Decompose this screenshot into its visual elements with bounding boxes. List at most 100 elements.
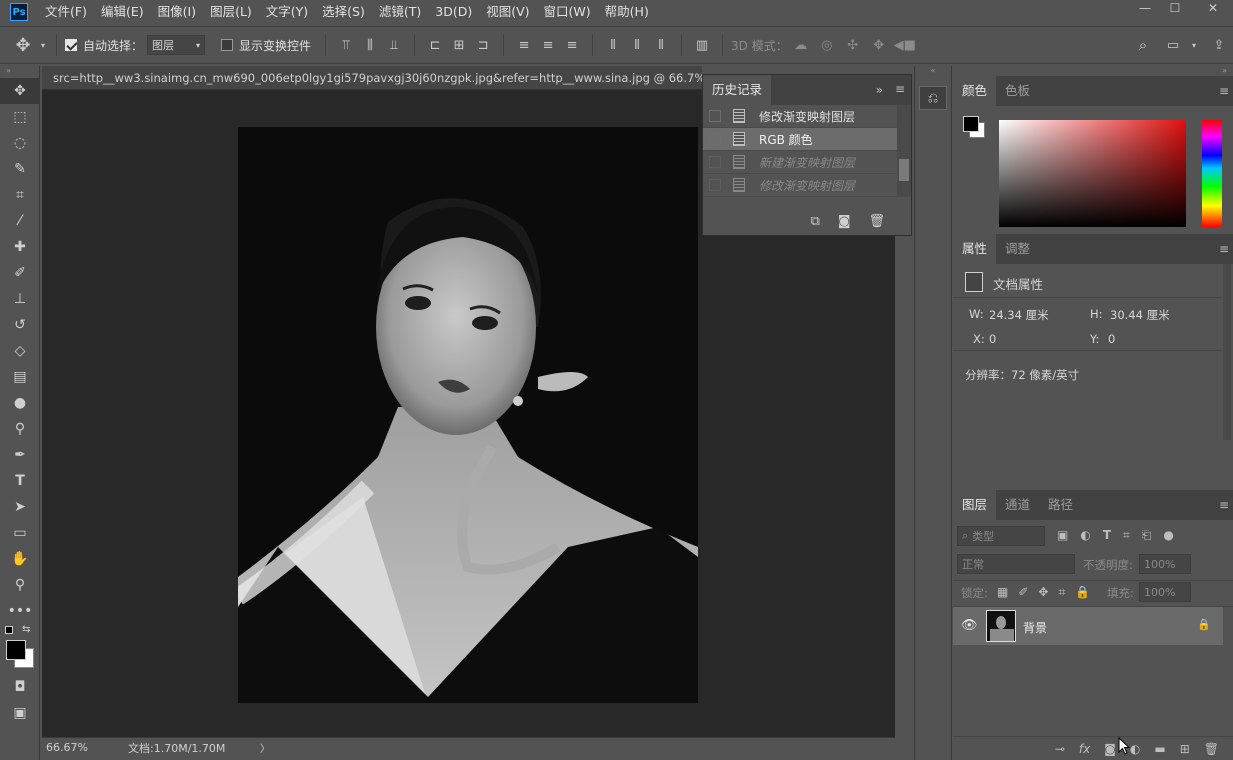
align-right-icon[interactable]: ⊐ [471, 38, 495, 53]
pixel-layer-filter-icon[interactable]: ▣ [1057, 528, 1068, 543]
x-value[interactable]: 0 [989, 332, 996, 346]
history-snapshot-checkbox[interactable] [709, 179, 721, 191]
menu-layer[interactable]: 图层(L) [203, 0, 259, 24]
opacity-field[interactable]: 100% [1139, 554, 1191, 574]
distribute-right-icon[interactable]: ⦀ [649, 38, 673, 53]
tab-swatches[interactable]: 色板 [996, 76, 1039, 106]
history-brush-tool-icon[interactable]: ↺ [0, 312, 40, 338]
marquee-tool-icon[interactable]: ⬚ [0, 104, 40, 130]
distribute-hcenter-icon[interactable]: ⦀ [625, 38, 649, 53]
new-layer-icon[interactable]: ⊞ [1180, 742, 1190, 756]
collapse-icon[interactable]: « [915, 66, 951, 76]
workspace-icon[interactable]: ▭ [1164, 36, 1182, 54]
close-icon[interactable]: ✕ [1198, 0, 1228, 16]
menu-type[interactable]: 文字(Y) [259, 0, 315, 24]
healing-brush-tool-icon[interactable]: ✚ [0, 234, 40, 260]
align-left-icon[interactable]: ⊏ [423, 38, 447, 53]
auto-select-dropdown[interactable]: 图层 ▾ [147, 35, 206, 55]
history-snapshot-checkbox[interactable] [709, 133, 721, 145]
hue-slider[interactable] [1202, 120, 1222, 227]
history-tab[interactable]: 历史记录 [703, 75, 772, 105]
scrollbar-thumb[interactable] [899, 159, 909, 181]
dodge-tool-icon[interactable]: ⚲ [0, 416, 40, 442]
swap-colors-icon[interactable]: ⇆ [22, 624, 30, 635]
panel-menu-icon[interactable]: ≡ [1219, 84, 1229, 98]
crop-tool-icon[interactable]: ⌗ [0, 182, 40, 208]
tab-adjustments[interactable]: 调整 [996, 234, 1039, 264]
menu-filter[interactable]: 滤镜(T) [372, 0, 428, 24]
history-snapshot-checkbox[interactable] [709, 110, 721, 122]
panel-menu-icon[interactable]: ≡ [895, 82, 905, 96]
show-transform-checkbox[interactable] [221, 39, 234, 51]
type-tool-icon[interactable]: T [0, 468, 40, 494]
collapse-icon[interactable]: » [953, 66, 1233, 76]
new-group-icon[interactable]: ▬ [1154, 742, 1165, 756]
lock-transparent-icon[interactable]: ▦ [997, 585, 1008, 600]
lock-position-icon[interactable]: ✥ [1038, 585, 1048, 600]
panel-menu-icon[interactable]: ≡ [1219, 498, 1229, 512]
chevron-down-icon[interactable]: ▾ [38, 41, 48, 50]
lasso-tool-icon[interactable]: ◌ [0, 130, 40, 156]
eyedropper-tool-icon[interactable]: ⁄ [0, 208, 40, 234]
scrollbar[interactable] [1223, 264, 1231, 440]
layer-filter-dropdown[interactable]: ⌕ 类型 [957, 526, 1045, 546]
panel-menu-icon[interactable]: ≡ [1219, 242, 1229, 256]
distribute-left-icon[interactable]: ⦀ [601, 38, 625, 53]
scrollbar[interactable] [897, 105, 911, 197]
auto-align-icon[interactable]: ▥ [690, 38, 714, 53]
new-document-from-state-icon[interactable]: ⧉ [811, 214, 820, 229]
collapse-icon[interactable]: » [0, 66, 39, 78]
tab-paths[interactable]: 路径 [1039, 490, 1082, 520]
brush-tool-icon[interactable]: ✐ [0, 260, 40, 286]
distribute-top-icon[interactable]: ≡ [512, 38, 536, 53]
collapse-icon[interactable]: » [876, 83, 883, 97]
share-icon[interactable]: ⇪ [1210, 36, 1228, 54]
move-tool-icon[interactable]: ✥ [8, 35, 38, 56]
link-layers-icon[interactable]: ⊸ [1055, 742, 1065, 756]
menu-3d[interactable]: 3D(D) [428, 0, 479, 24]
foreground-color-swatch[interactable] [963, 116, 979, 132]
hand-tool-icon[interactable]: ✋ [0, 546, 40, 572]
smart-object-filter-icon[interactable]: ⎗ [1142, 528, 1152, 543]
menu-file[interactable]: 文件(F) [38, 0, 94, 24]
history-item[interactable]: 修改渐变映射图层 [703, 174, 911, 197]
align-hcenter-icon[interactable]: ⊞ [447, 38, 471, 53]
type-layer-filter-icon[interactable]: T [1103, 528, 1111, 543]
eye-icon[interactable]: 👁 [961, 618, 978, 633]
trash-icon[interactable]: 🗑 [1204, 742, 1219, 756]
lock-all-icon[interactable]: 🔒 [1075, 585, 1090, 600]
pen-tool-icon[interactable]: ✒ [0, 442, 40, 468]
filter-toggle-icon[interactable]: ● [1163, 528, 1173, 543]
rectangle-tool-icon[interactable]: ▭ [0, 520, 40, 546]
gradient-tool-icon[interactable]: ▤ [0, 364, 40, 390]
history-panel-icon[interactable]: ⎌ [919, 86, 947, 110]
height-value[interactable]: 30.44 厘米 [1110, 307, 1170, 323]
screen-mode-icon[interactable]: ▣ [0, 700, 40, 726]
blend-mode-dropdown[interactable]: 正常 [957, 554, 1075, 574]
lock-image-icon[interactable]: ✐ [1018, 585, 1028, 600]
more-tools-icon[interactable]: ••• [0, 598, 40, 624]
shape-layer-filter-icon[interactable]: ⌗ [1123, 528, 1130, 543]
history-item[interactable]: 修改渐变映射图层 [703, 105, 911, 128]
menu-edit[interactable]: 编辑(E) [94, 0, 151, 24]
clone-stamp-tool-icon[interactable]: ⊥ [0, 286, 40, 312]
auto-select-checkbox[interactable] [65, 39, 77, 51]
status-menu-arrow[interactable]: 〉 [260, 740, 270, 755]
layer-row[interactable]: 👁 背景 🔒 [953, 607, 1223, 645]
y-value[interactable]: 0 [1108, 332, 1115, 346]
align-top-icon[interactable]: ⫪ [334, 38, 358, 53]
path-select-tool-icon[interactable]: ➤ [0, 494, 40, 520]
layer-name[interactable]: 背景 [1023, 619, 1047, 636]
camera-icon[interactable]: ◙ [838, 214, 851, 229]
distribute-vcenter-icon[interactable]: ≡ [536, 38, 560, 53]
blur-tool-icon[interactable]: ● [0, 390, 40, 416]
zoom-level[interactable]: 66.67% [42, 741, 102, 754]
trash-icon[interactable]: 🗑 [868, 214, 885, 229]
quick-mask-icon[interactable]: ◘ [0, 674, 40, 700]
add-mask-icon[interactable]: ◙ [1104, 742, 1116, 756]
fill-field[interactable]: 100% [1139, 582, 1191, 602]
color-field[interactable] [999, 120, 1186, 227]
history-item[interactable]: 新建渐变映射图层 [703, 151, 911, 174]
align-vcenter-icon[interactable]: ⫼ [358, 38, 382, 53]
document-image[interactable] [238, 127, 698, 703]
